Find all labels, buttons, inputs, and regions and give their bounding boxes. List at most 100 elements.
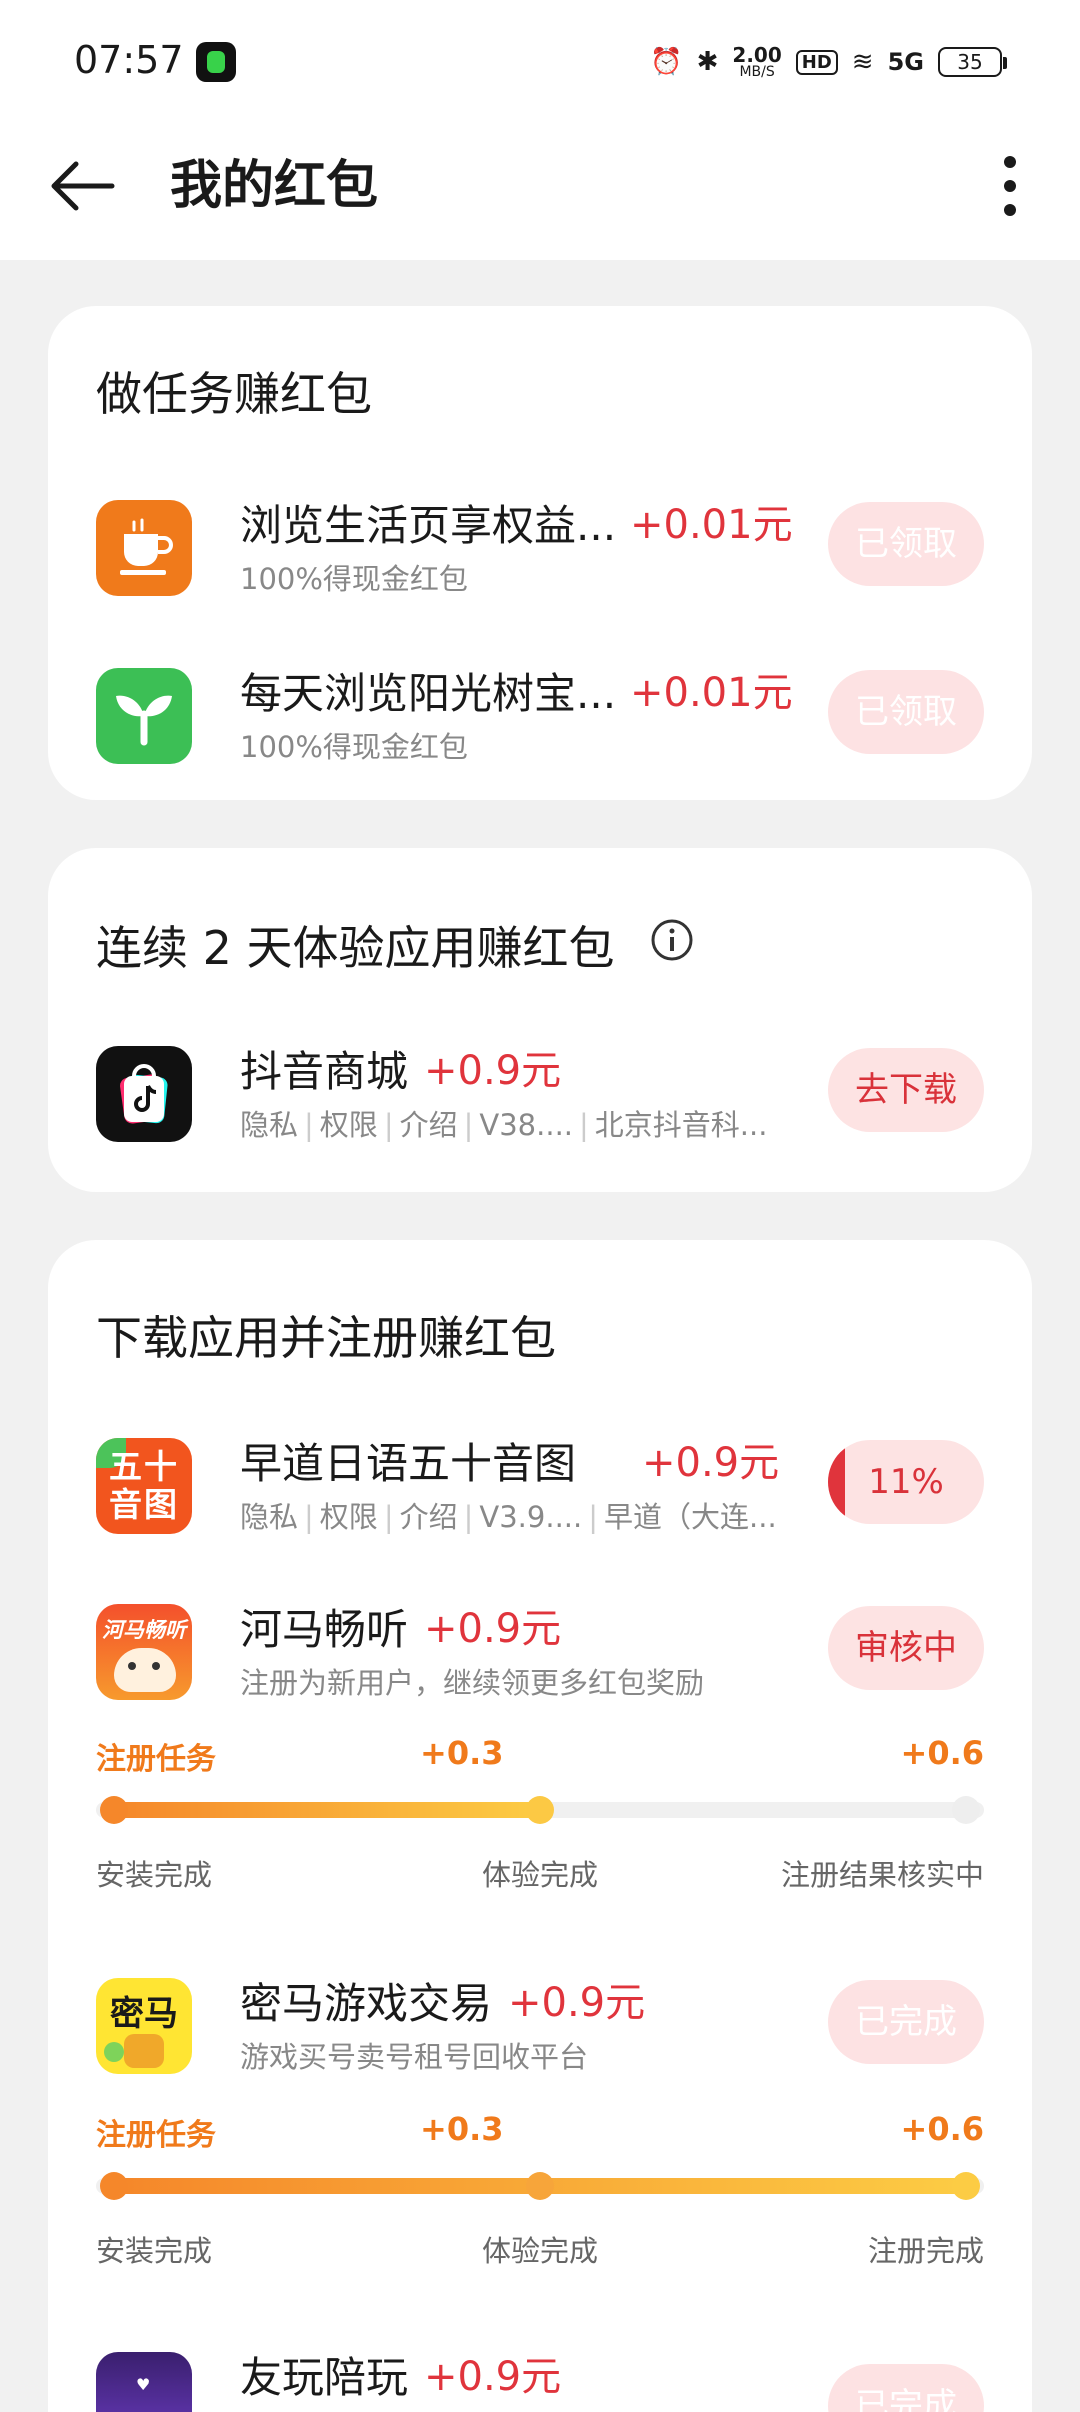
item-name: 友玩陪玩 [240,2353,409,2402]
step-dot-2 [526,1796,554,1824]
streak-title: 连续 2 天体验应用赚红包 [96,921,615,975]
item-subtitle: 注册为新用户，继续领更多红包奖励 [240,1666,705,1700]
icon-text: 河马畅听 [102,1618,186,1642]
item-subtitle: 100%得现金红包 [240,730,468,764]
register-task-progress: 注册任务 +0.3 +0.6 安装完成 体验完成 注册结果核实中 [96,1734,984,1894]
bluetooth-icon: ✱ [696,47,719,77]
item-reward: +0.9元 [424,1606,562,1652]
signal-5g-icon: 5G [887,48,924,76]
item-reward: +0.9元 [424,1048,562,1094]
item-meta: 隐私 | 权限 | 介绍 | V3.9.... | 早道（大连... [240,1500,777,1534]
status-icons: ⏰ ✱ 2.00 MB/S HD ≋ 5G 35 [650,38,1007,86]
coffee-icon [96,500,192,596]
completed-button[interactable]: 已完成 [828,2364,984,2412]
step-label-3: 注册完成 [867,2234,984,2268]
hema-icon: 河马畅听 [96,1604,192,1700]
hd-icon: HD [795,49,838,75]
page-title: 我的红包 [170,156,379,216]
list-item[interactable]: 抖音商城 +0.9元 隐私 | 权限 | 介绍 | V38.... | 北京抖音科... 去下载 [48,1034,1032,1154]
step-dot-2 [526,2172,554,2200]
item-reward: +0.01元 [630,670,793,716]
item-subtitle: 100%得现金红包 [240,562,468,596]
step-dot-1 [100,1796,128,1824]
status-bar: 07:57 ⏰ ✱ 2.00 MB/S HD ≋ 5G 35 [0,0,1080,120]
item-reward: +0.01元 [630,502,793,548]
meta-developer: 早道（大连... [604,1500,777,1534]
task-label: 注册任务 [96,2118,216,2153]
completed-button[interactable]: 已完成 [828,1980,984,2064]
alarm-icon: ⏰ [650,47,683,77]
meta-intro-link[interactable]: 介绍 [400,1108,458,1142]
more-vertical-icon[interactable] [980,150,1040,222]
task-end-reward: +0.6 [900,1734,985,1772]
meta-permission-link[interactable]: 权限 [320,1500,378,1534]
task-end-reward: +0.6 [900,2110,985,2148]
wifi-icon: ≋ [851,47,874,77]
list-item[interactable]: 密马 密马游戏交易 +0.9元 游戏买号卖号租号回收平台 已完成 [48,1966,1032,2086]
battery-icon: 35 [938,47,1007,77]
step-dot-3 [952,2172,980,2200]
back-arrow-icon[interactable] [48,150,120,222]
wushiyin-icon: 五十音图 [96,1438,192,1534]
meta-permission-link[interactable]: 权限 [320,1108,378,1142]
status-time: 07:57 [74,38,184,82]
item-reward: +0.9元 [642,1440,780,1486]
task-mid-reward: +0.3 [420,2110,504,2148]
meta-privacy-link[interactable]: 隐私 [240,1108,298,1142]
register-task-progress: 注册任务 +0.3 +0.6 安装完成 体验完成 注册完成 [96,2110,984,2270]
net-speed: 2.00 MB/S [732,43,782,80]
item-subtitle: 游戏买号卖号租号回收平台 [240,2040,589,2074]
progress-fill [828,1440,846,1524]
progress-percent: 11% [868,1462,944,1502]
reviewing-button[interactable]: 审核中 [828,1606,984,1690]
top-bar: 07:57 ⏰ ✱ 2.00 MB/S HD ≋ 5G 35 我的红包 [0,0,1080,260]
info-icon[interactable] [650,918,694,962]
download-title: 下载应用并注册赚红包 [96,1311,556,1365]
streak-card: 连续 2 天体验应用赚红包 抖音商城 +0.9元 隐私 | 权限 | 介绍 | V38...… [48,848,1032,1192]
item-name: 早道日语五十音图 [240,1439,577,1488]
youwan-icon: ♥ [96,2352,192,2412]
item-reward: +0.9元 [508,1980,646,2026]
meta-developer: 北京抖音科... [594,1108,768,1142]
tasks-title: 做任务赚红包 [96,367,372,421]
download-card: 下载应用并注册赚红包 五十音图 早道日语五十音图 +0.9元 隐私 | 权限 | 介绍 |… [48,1240,1032,2412]
task-mid-reward: +0.3 [420,1734,504,1772]
meta-intro-link[interactable]: 介绍 [400,1500,458,1534]
item-reward: +0.9元 [424,2354,562,2400]
list-item[interactable]: 河马畅听 河马畅听 +0.9元 注册为新用户，继续领更多红包奖励 审核中 [48,1592,1032,1712]
icon-text: 五十音图 [109,1447,179,1524]
mima-icon: 密马 [96,1978,192,2074]
step-dot-1 [100,2172,128,2200]
meta-version: V38.... [479,1108,574,1142]
task-label: 注册任务 [96,1742,216,1777]
douyin-mall-icon [96,1046,192,1142]
step-label-1: 安装完成 [96,2234,213,2268]
item-name: 抖音商城 [240,1047,409,1096]
task-fill [114,1802,540,1818]
sprout-icon [96,668,192,764]
step-label-2: 体验完成 [482,1858,599,1892]
item-meta: 隐私 | 权限 | 介绍 | V38.... | 北京抖音科... [240,1108,768,1142]
claimed-button[interactable]: 已领取 [828,502,984,586]
list-item[interactable]: 五十音图 早道日语五十音图 +0.9元 隐私 | 权限 | 介绍 | V3.9.... | 早道… [48,1426,1032,1546]
step-label-1: 安装完成 [96,1858,213,1892]
list-item[interactable]: 每天浏览阳光树宝... +0.01元 100%得现金红包 已领取 [48,656,1032,776]
list-item[interactable]: ♥ 友玩陪玩 +0.9元 已完成 [48,2340,1032,2412]
app-header: 我的红包 [0,120,1080,260]
step-label-3: 注册结果核实中 [780,1858,984,1892]
item-name: 浏览生活页享权益... [240,501,617,550]
icon-text: 密马 [110,1994,178,2034]
item-name: 密马游戏交易 [240,1979,493,2028]
tasks-card: 做任务赚红包 浏览生活页享权益... +0.01元 100%得现金红包 已领取 … [48,306,1032,800]
meta-privacy-link[interactable]: 隐私 [240,1500,298,1534]
item-name: 每天浏览阳光树宝... [240,669,617,718]
notification-app-icon [196,42,236,82]
step-label-2: 体验完成 [482,2234,599,2268]
item-name: 河马畅听 [240,1605,409,1654]
meta-version: V3.9.... [479,1500,583,1534]
download-button[interactable]: 去下载 [828,1048,984,1132]
claimed-button[interactable]: 已领取 [828,670,984,754]
download-progress-button[interactable]: 11% [828,1440,984,1524]
step-dot-3 [952,1796,980,1824]
list-item[interactable]: 浏览生活页享权益... +0.01元 100%得现金红包 已领取 [48,488,1032,608]
